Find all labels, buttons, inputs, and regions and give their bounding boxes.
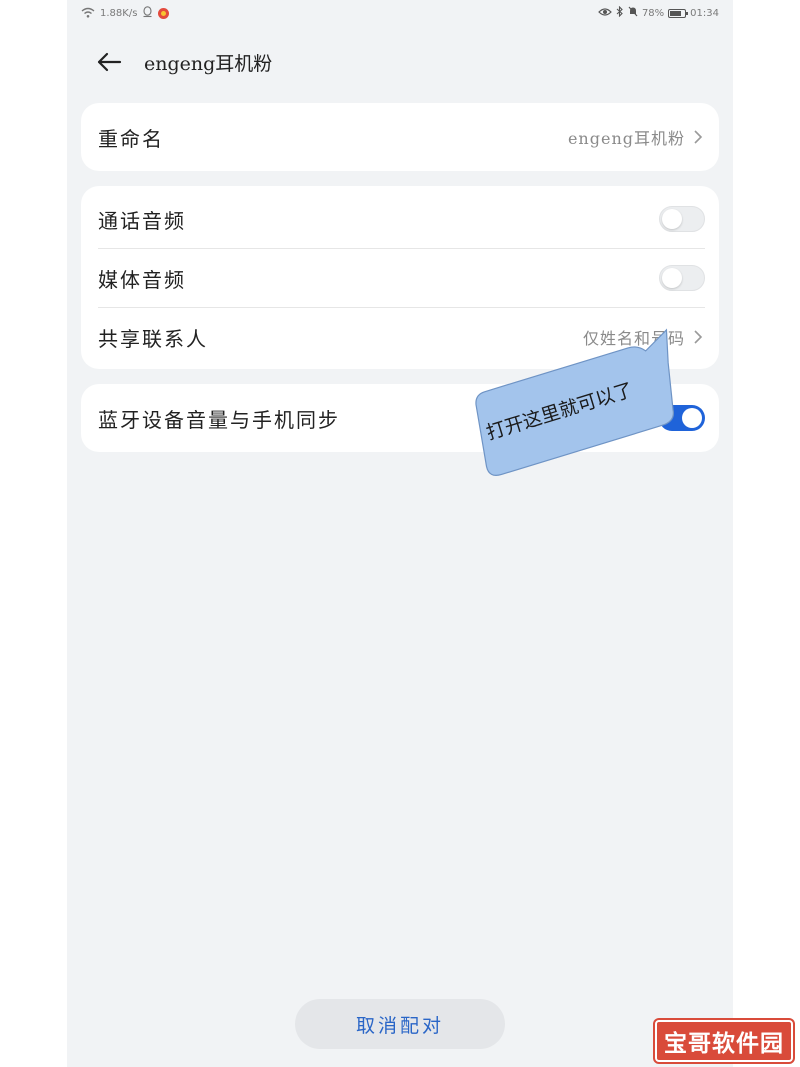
- rename-row[interactable]: 重命名 engeng耳机粉: [81, 108, 719, 166]
- call-audio-toggle[interactable]: [659, 206, 705, 232]
- chevron-right-icon: [694, 130, 703, 144]
- rename-card: 重命名 engeng耳机粉: [81, 103, 719, 171]
- back-button[interactable]: [91, 44, 127, 80]
- rename-label: 重命名: [98, 126, 164, 151]
- settings-screen: 1.88K/s 78% 01:34 engeng耳机粉 重命名 engeng耳机…: [67, 0, 733, 1067]
- unpair-button[interactable]: 取消配对: [295, 999, 505, 1049]
- media-audio-toggle[interactable]: [659, 265, 705, 291]
- battery-level: [670, 10, 682, 16]
- watermark-logo: 宝哥软件园: [655, 1020, 793, 1062]
- call-audio-row: 通话音频: [81, 190, 719, 248]
- volume-sync-label: 蓝牙设备音量与手机同步: [98, 407, 340, 432]
- battery-percent: 78%: [641, 7, 665, 19]
- status-time: 01:34: [690, 7, 719, 19]
- toggle-knob: [662, 209, 682, 229]
- watermark-text: 宝哥软件园: [664, 1031, 784, 1057]
- mute-bell-icon: [628, 6, 638, 20]
- unpair-label: 取消配对: [355, 1014, 444, 1037]
- wifi-icon: [81, 7, 95, 21]
- weibo-icon: [158, 8, 170, 19]
- toggle-knob: [662, 268, 682, 288]
- status-bar-left: 1.88K/s: [81, 6, 170, 21]
- status-bar: 1.88K/s 78% 01:34: [67, 0, 733, 26]
- eye-icon: [598, 7, 612, 20]
- bluetooth-icon: [616, 5, 624, 20]
- qq-icon: [142, 6, 153, 21]
- media-audio-row: 媒体音频: [81, 249, 719, 307]
- header: engeng耳机粉: [67, 38, 733, 86]
- share-contacts-label: 共享联系人: [98, 326, 208, 351]
- arrow-left-icon: [97, 52, 122, 72]
- chevron-right-icon: [694, 330, 703, 344]
- media-audio-label: 媒体音频: [98, 267, 186, 292]
- status-bar-right: 78% 01:34: [598, 5, 719, 20]
- network-speed: 1.88K/s: [100, 8, 138, 19]
- battery-icon: [668, 8, 689, 18]
- call-audio-label: 通话音频: [98, 208, 186, 233]
- page-title: engeng耳机粉: [144, 53, 273, 75]
- rename-value: engeng耳机粉: [567, 129, 685, 148]
